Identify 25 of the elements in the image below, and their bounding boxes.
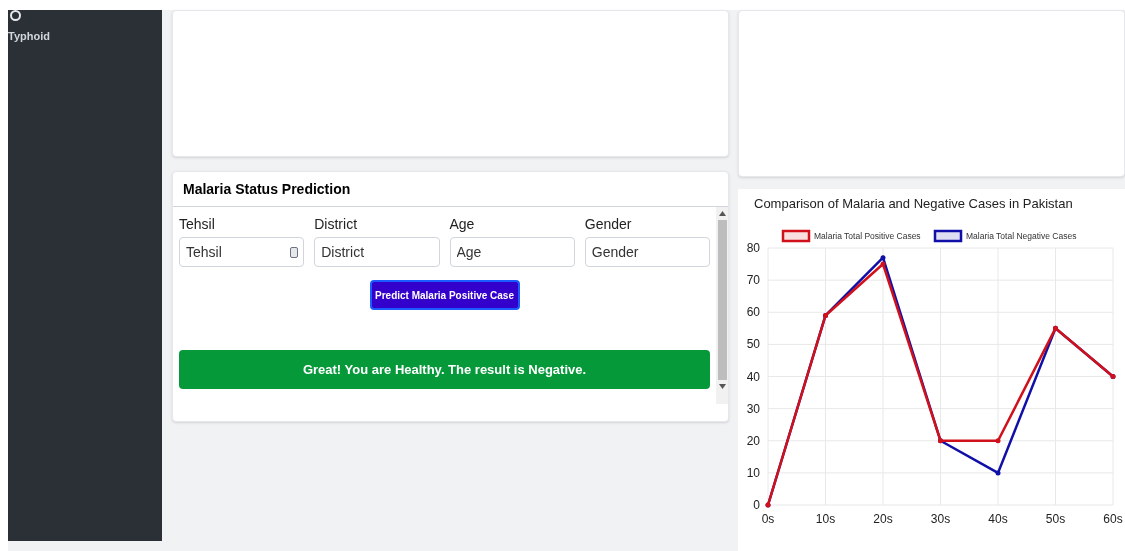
x-tick-label: 40s bbox=[988, 512, 1008, 526]
y-tick-label: 20 bbox=[746, 433, 760, 448]
legend-label: Malaria Total Negative Cases bbox=[966, 231, 1077, 241]
card-title: Malaria Status Prediction bbox=[183, 179, 351, 199]
y-tick-label: 70 bbox=[746, 273, 760, 288]
field-label: Age bbox=[449, 215, 476, 234]
x-tick-label: 30s bbox=[930, 512, 951, 526]
y-tick-label: 0 bbox=[753, 498, 760, 512]
field-label: Tehsil bbox=[179, 215, 216, 234]
field-label: District bbox=[314, 215, 359, 234]
result-banner: Great! You are Healthy. The result is Negative. bbox=[179, 350, 710, 389]
y-tick-label: 30 bbox=[746, 401, 760, 416]
y-tick-label: 50 bbox=[746, 337, 760, 352]
y-tick-label: 10 bbox=[746, 465, 760, 480]
x-tick-label: 20s bbox=[873, 512, 893, 526]
legend-label: Malaria Total Positive Cases bbox=[814, 231, 921, 241]
field-label: Gender bbox=[584, 215, 633, 234]
y-tick-label: 60 bbox=[746, 305, 760, 320]
x-tick-label: 0s bbox=[761, 512, 775, 526]
y-tick-label: 80 bbox=[746, 241, 760, 255]
x-tick-label: 60s bbox=[1103, 512, 1123, 526]
chart-title: Comparison of Malaria and Negative Cases in Pakistan bbox=[754, 196, 1073, 211]
y-tick-label: 40 bbox=[746, 369, 760, 384]
x-tick-label: 50s bbox=[1045, 512, 1066, 526]
x-tick-label: 10s bbox=[815, 512, 836, 526]
